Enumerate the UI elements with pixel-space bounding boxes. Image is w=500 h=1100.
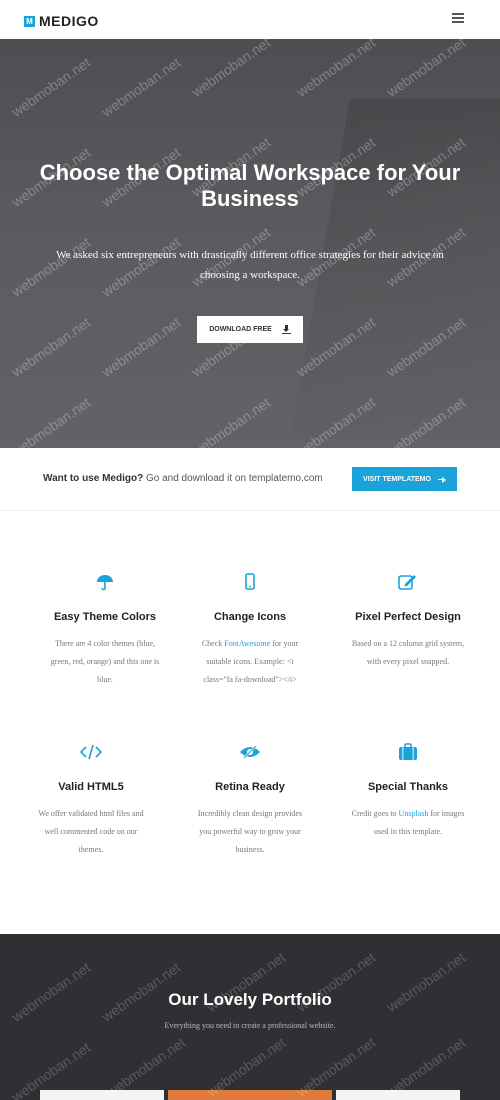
watermark: webmoban.net bbox=[8, 394, 94, 448]
hero-subtitle: We asked six entrepreneurs with drastica… bbox=[56, 249, 444, 281]
feature-valid-html5: Valid HTML5 We offer validated html file… bbox=[11, 742, 171, 859]
feature-special-thanks: Special Thanks Credit goes to Unsplash f… bbox=[328, 742, 488, 841]
feature-text: Incredibly clean design provides you pow… bbox=[197, 809, 303, 854]
feature-title: Valid HTML5 bbox=[58, 781, 124, 793]
brand-name: MEDIGO bbox=[39, 13, 99, 29]
features-section: Easy Theme Colors There are 4 color them… bbox=[0, 512, 500, 934]
download-button-label: DOWNLOAD FREE bbox=[209, 326, 272, 333]
hero-section: webmoban.net webmoban.net webmoban.net w… bbox=[0, 39, 500, 448]
cta-lead: Want to use Medigo? bbox=[43, 473, 144, 484]
download-free-button[interactable]: DOWNLOAD FREE bbox=[197, 316, 303, 343]
feature-text-pre: Credit goes to bbox=[351, 809, 399, 818]
feature-change-icons: Change Icons Check FontAwesome for your … bbox=[170, 572, 330, 689]
feature-title: Pixel Perfect Design bbox=[355, 611, 461, 623]
cta-body: Go and download it on templatemo.com bbox=[143, 473, 323, 484]
watermark: webmoban.net bbox=[98, 54, 184, 120]
feature-text: Credit goes to Unsplash for images used … bbox=[328, 805, 488, 841]
portfolio-thumbnail[interactable] bbox=[40, 1090, 164, 1100]
pencil-square-icon bbox=[328, 572, 488, 592]
hero-title: Choose the Optimal Workspace for Your Bu… bbox=[39, 160, 461, 211]
mobile-phone-icon bbox=[170, 572, 330, 592]
portfolio-thumbnail[interactable] bbox=[336, 1090, 460, 1100]
feature-retina-ready: Retina Ready Incredibly clean design pro… bbox=[170, 742, 330, 859]
arrow-right-icon bbox=[437, 476, 446, 483]
watermark: webmoban.net bbox=[188, 39, 274, 100]
watermark: webmoban.net bbox=[188, 394, 274, 448]
feature-pixel-perfect-design: Pixel Perfect Design Based on a 12 colum… bbox=[328, 572, 488, 671]
feature-easy-theme-colors: Easy Theme Colors There are 4 color them… bbox=[25, 572, 185, 689]
fontawesome-link[interactable]: FontAwesome bbox=[224, 639, 270, 648]
portfolio-thumbnail[interactable] bbox=[168, 1090, 332, 1100]
brand-logo[interactable]: M MEDIGO bbox=[24, 13, 99, 29]
cta-text: Want to use Medigo? Go and download it o… bbox=[43, 473, 323, 484]
visit-templatemo-label: VISIT TEMPLATEMO bbox=[363, 475, 431, 483]
watermark: webmoban.net bbox=[383, 394, 469, 448]
top-navbar: M MEDIGO bbox=[0, 0, 500, 39]
watermark: webmoban.net bbox=[383, 314, 469, 380]
portfolio-subtitle: Everything you need to create a professi… bbox=[164, 1021, 336, 1030]
portfolio-section: webmoban.net webmoban.net webmoban.net w… bbox=[0, 934, 500, 1100]
feature-title: Change Icons bbox=[213, 611, 287, 623]
briefcase-icon bbox=[328, 742, 488, 762]
feature-text-pre: Check bbox=[201, 639, 225, 648]
watermark: webmoban.net bbox=[8, 314, 94, 380]
feature-text: There are 4 color themes (blue, green, r… bbox=[50, 639, 160, 684]
feature-title: Special Thanks bbox=[367, 781, 449, 793]
eye-slash-icon bbox=[170, 742, 330, 762]
watermark: webmoban.net bbox=[293, 314, 379, 380]
unsplash-link[interactable]: Unsplash bbox=[399, 809, 429, 818]
visit-templatemo-button[interactable]: VISIT TEMPLATEMO bbox=[352, 467, 457, 491]
feature-text: Check FontAwesome for your suitable icon… bbox=[170, 635, 330, 689]
portfolio-title: Our Lovely Portfolio bbox=[168, 990, 332, 1009]
feature-text: We offer validated html files and well c… bbox=[38, 809, 144, 854]
hamburger-menu-icon[interactable] bbox=[452, 12, 464, 24]
code-icon bbox=[11, 742, 171, 762]
feature-text: Based on a 12 column grid system, with e… bbox=[351, 639, 465, 666]
feature-title: Retina Ready bbox=[215, 781, 285, 793]
logo-mark-icon: M bbox=[24, 15, 35, 27]
watermark: webmoban.net bbox=[293, 39, 379, 100]
watermark: webmoban.net bbox=[98, 314, 184, 380]
watermark: webmoban.net bbox=[383, 39, 469, 100]
download-icon bbox=[281, 325, 291, 334]
feature-title: Easy Theme Colors bbox=[53, 611, 157, 623]
watermark: webmoban.net bbox=[8, 54, 94, 120]
watermark: webmoban.net bbox=[293, 394, 379, 448]
umbrella-icon bbox=[25, 572, 185, 592]
